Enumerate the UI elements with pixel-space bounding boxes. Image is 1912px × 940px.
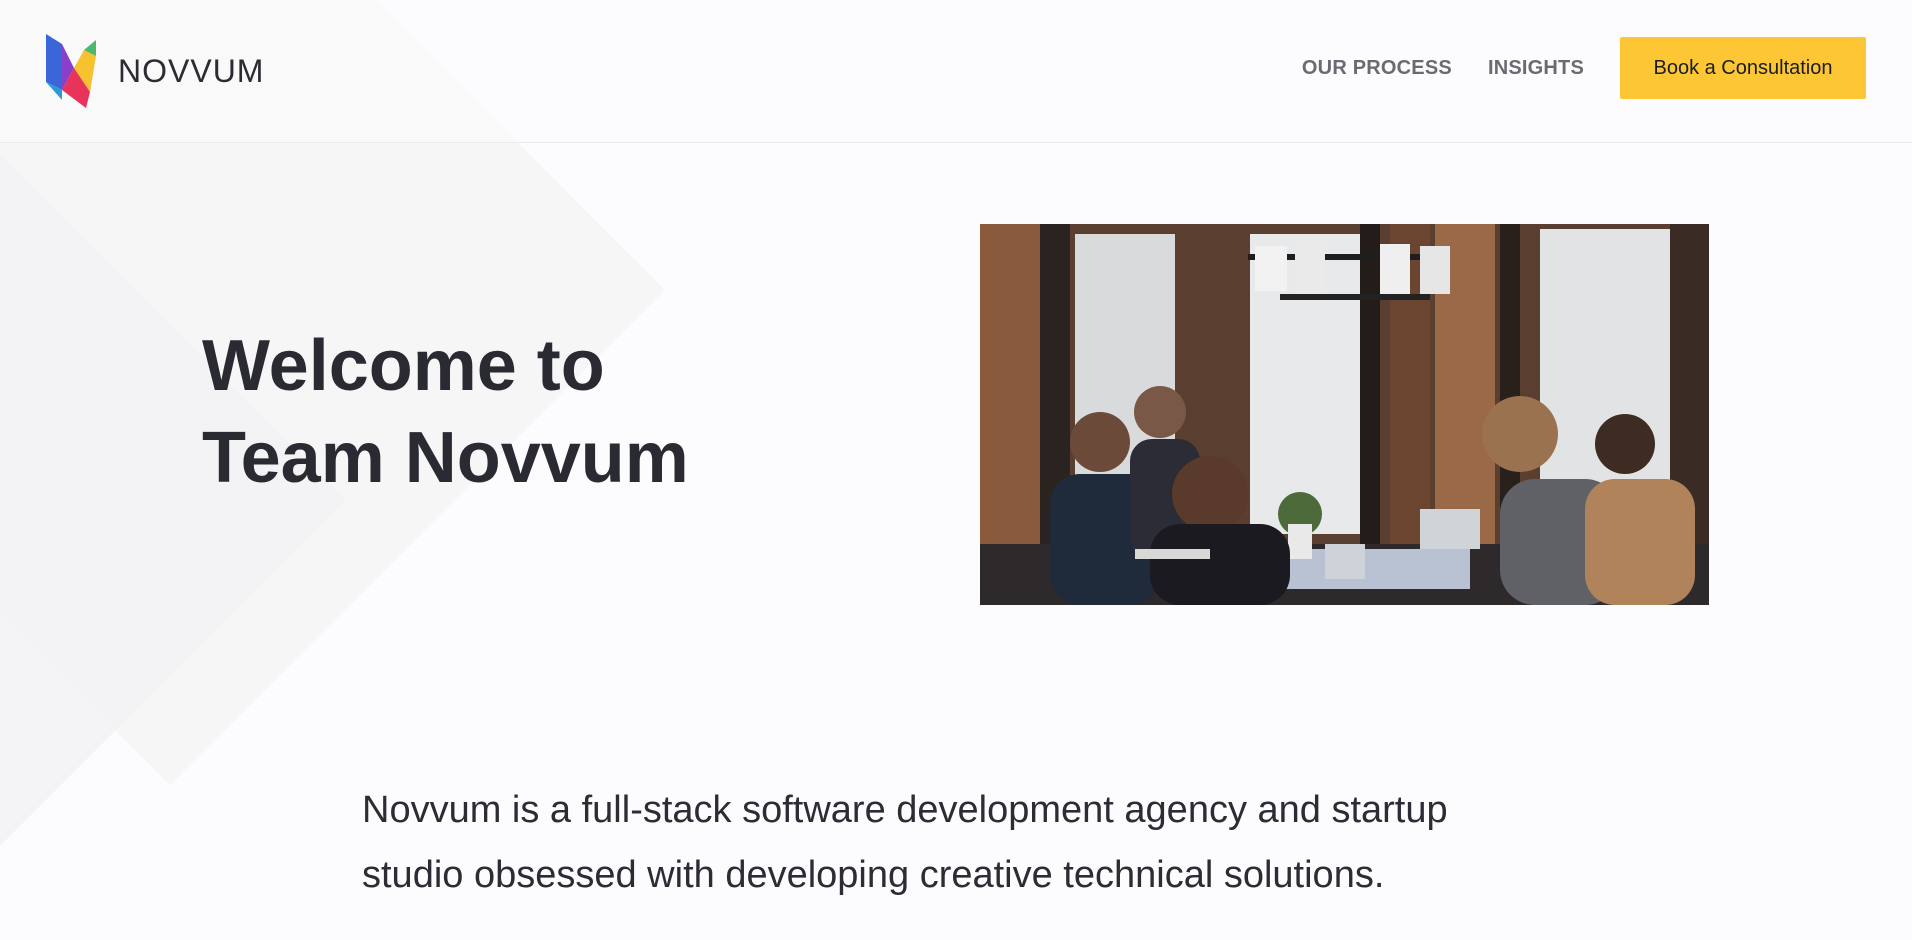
team-photo-illustration	[980, 224, 1709, 605]
book-consultation-button[interactable]: Book a Consultation	[1620, 37, 1866, 99]
site-header: NOVVUM OUR PROCESS INSIGHTS Book a Consu…	[0, 0, 1912, 143]
page: NOVVUM OUR PROCESS INSIGHTS Book a Consu…	[0, 0, 1912, 940]
nav-link-our-process[interactable]: OUR PROCESS	[1302, 57, 1452, 80]
hero-title: Welcome to Team Novvum	[202, 320, 689, 504]
main-nav: OUR PROCESS INSIGHTS Book a Consultation	[1302, 37, 1866, 99]
hero-title-line-1: Welcome to	[202, 326, 605, 406]
hero-title-line-2: Team Novvum	[202, 418, 689, 498]
logo-link[interactable]: NOVVUM	[46, 34, 264, 108]
intro-paragraph: Novvum is a full-stack software developm…	[362, 789, 1448, 896]
nav-link-insights[interactable]: INSIGHTS	[1488, 57, 1584, 80]
brand-name: NOVVUM	[118, 52, 265, 89]
hero-team-photo	[980, 224, 1709, 605]
novvum-logo-icon	[46, 34, 96, 108]
